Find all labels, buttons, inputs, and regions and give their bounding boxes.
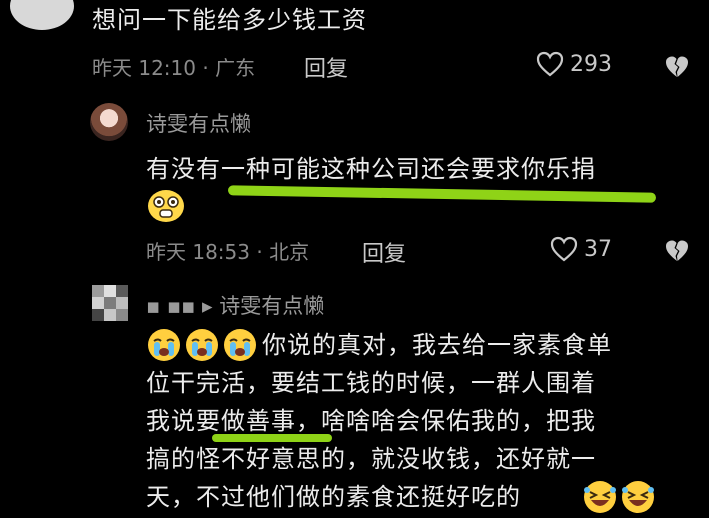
broken-heart-icon[interactable] (664, 239, 690, 263)
avatar-top[interactable] (10, 0, 74, 30)
comment-text: 想问一下能给多少钱工资 (92, 6, 367, 34)
reply-button[interactable]: 回复 (362, 236, 406, 268)
emoji-row (146, 328, 258, 362)
reply-line-5: 天，不过他们做的素食还挺好吃的 (146, 483, 521, 511)
avatar-reply-2[interactable] (92, 285, 128, 321)
like-button[interactable]: 293 (536, 51, 612, 77)
laughing-emoji-row (582, 480, 656, 514)
reply-text: 有没有一种可能这种公司还会要求你乐捐 (146, 155, 596, 183)
comment-meta: 昨天 12:10 · 广东 (92, 56, 256, 80)
like-button[interactable]: 37 (550, 236, 612, 262)
crying-emoji-icon (148, 329, 180, 361)
like-count: 293 (570, 51, 612, 77)
reply-line-1: 你说的真对，我去给一家素食单 (262, 331, 612, 359)
reply-meta: 昨天 18:53 · 北京 (146, 240, 310, 264)
avatar-reply-1[interactable] (90, 103, 128, 141)
laughing-emoji-icon (584, 481, 616, 513)
reply-line-2: 位干完活，要结工钱的时候，一群人围着 (146, 369, 596, 397)
reply-button[interactable]: 回复 (304, 51, 348, 83)
reply-path[interactable]: ▪ ▪▪ ▸ 诗雯有点懒 (146, 290, 324, 320)
heart-icon (536, 51, 564, 77)
broken-heart-icon[interactable] (664, 55, 690, 79)
like-count: 37 (584, 236, 612, 262)
laughing-emoji-icon (622, 481, 654, 513)
username[interactable]: 诗雯有点懒 (146, 108, 251, 138)
crying-emoji-icon (186, 329, 218, 361)
highlight-underline (227, 185, 657, 203)
reply-line-4: 搞的怪不好意思的，就没收钱，还好就一 (146, 445, 596, 473)
grinning-emoji-icon (146, 188, 186, 228)
crying-emoji-icon (224, 329, 256, 361)
heart-icon (550, 236, 578, 262)
